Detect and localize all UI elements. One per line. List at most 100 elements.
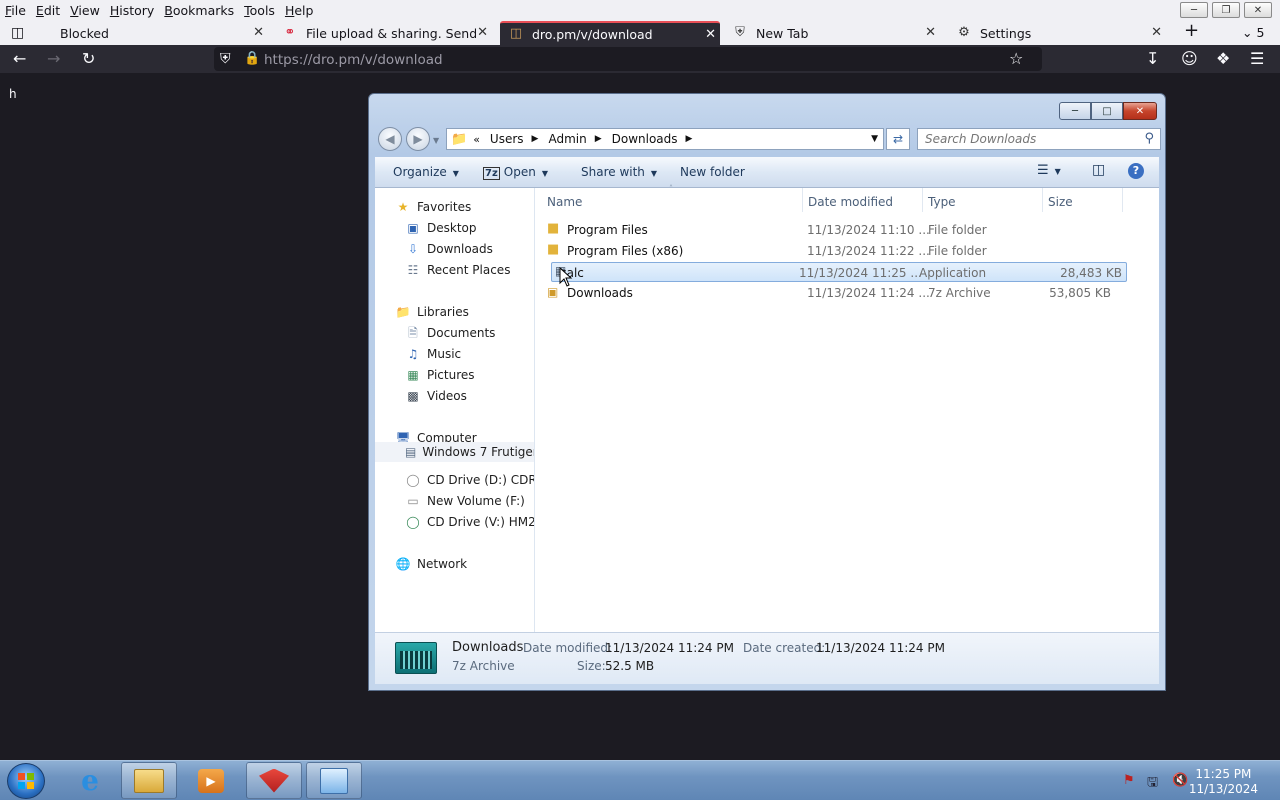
column-divider[interactable] bbox=[1042, 188, 1043, 212]
taskbar-control-panel[interactable] bbox=[306, 762, 362, 799]
nav-pictures[interactable]: ▦ Pictures bbox=[405, 368, 474, 382]
tab-close-icon[interactable]: ✕ bbox=[253, 25, 264, 40]
explorer-close-button[interactable]: ✕ bbox=[1123, 102, 1157, 120]
breadcrumb-downloads[interactable]: Downloads bbox=[612, 132, 678, 146]
column-divider[interactable] bbox=[1122, 188, 1123, 212]
nav-documents[interactable]: 🗎 Documents bbox=[405, 326, 495, 340]
nav-drive-d[interactable]: ◯CD Drive (D:) CDROM bbox=[405, 473, 534, 487]
forward-arrow-icon[interactable]: → bbox=[47, 50, 60, 68]
recent-pages-dropdown-icon[interactable]: ▼ bbox=[433, 136, 439, 145]
refresh-button[interactable]: ⇄ bbox=[886, 128, 910, 150]
url-text[interactable]: https://dro.pm/v/download bbox=[264, 52, 443, 68]
breadcrumb-users[interactable]: Users bbox=[490, 132, 524, 146]
change-view-button[interactable]: ☰ ▼ bbox=[1037, 163, 1061, 178]
url-bar[interactable]: ⛨ 🔒 https://dro.pm/v/download ☆ bbox=[214, 47, 1042, 71]
nav-desktop[interactable]: ▣ Desktop bbox=[405, 221, 476, 235]
nav-downloads[interactable]: ⇩ Downloads bbox=[405, 242, 493, 256]
extensions-icon[interactable]: ❖ bbox=[1216, 50, 1230, 68]
breadcrumb-arrow-icon[interactable]: ▶ bbox=[686, 134, 693, 144]
shield-icon[interactable]: ⛨ bbox=[220, 50, 231, 68]
search-box[interactable]: ⚲ bbox=[917, 128, 1161, 150]
reload-icon[interactable]: ↻ bbox=[82, 50, 95, 68]
explorer-maximize-button[interactable]: □ bbox=[1091, 102, 1123, 120]
address-bar[interactable]: 📁 « Users ▶ Admin ▶ Downloads ▶ ▼ bbox=[446, 128, 884, 150]
search-input[interactable] bbox=[918, 129, 1128, 149]
tab-new-tab[interactable]: ⛨ New Tab ✕ bbox=[728, 21, 940, 45]
file-row[interactable]: ■ Program Files 11/13/2024 11:10 ... Fil… bbox=[543, 220, 1119, 240]
preview-pane-button[interactable]: ◫ bbox=[1092, 162, 1105, 178]
breadcrumb-arrow-icon[interactable]: ▶ bbox=[595, 134, 602, 144]
tab-close-icon[interactable]: ✕ bbox=[925, 25, 936, 40]
menu-history[interactable]: History bbox=[105, 3, 159, 18]
downloads-icon[interactable]: ↧ bbox=[1146, 50, 1159, 68]
search-icon[interactable]: ⚲ bbox=[1144, 131, 1154, 146]
chevron-down-icon: ⌄ bbox=[1242, 25, 1253, 40]
nav-favorites[interactable]: ★ Favorites bbox=[395, 200, 472, 214]
archive-large-icon bbox=[395, 642, 437, 674]
back-arrow-icon[interactable]: ← bbox=[13, 50, 26, 68]
column-header-name[interactable]: Name bbox=[547, 195, 582, 209]
list-all-tabs-button[interactable]: ⌄ 5 bbox=[1242, 24, 1264, 42]
nav-drive-c[interactable]: ▤ Windows 7 Frutiger bbox=[375, 442, 534, 462]
column-header-date[interactable]: Date modified bbox=[808, 195, 893, 209]
volume-muted-icon[interactable]: 🔇 bbox=[1172, 773, 1188, 788]
breadcrumb-arrow-icon[interactable]: ▶ bbox=[532, 134, 539, 144]
back-button[interactable]: ◀ bbox=[378, 127, 402, 151]
folder-icon: 📁 bbox=[451, 131, 468, 147]
organize-button[interactable]: Organize ▼ bbox=[393, 165, 459, 179]
menu-bookmarks[interactable]: Bookmarks bbox=[159, 3, 239, 18]
taskbar-internet-explorer[interactable]: e bbox=[62, 762, 118, 799]
tab-close-icon[interactable]: ✕ bbox=[1151, 25, 1162, 40]
nav-drive-f[interactable]: ▭ New Volume (F:) bbox=[405, 494, 524, 508]
nav-recent-places[interactable]: ☷ Recent Places bbox=[405, 263, 511, 277]
browser-close-button[interactable]: ✕ bbox=[1244, 2, 1272, 18]
column-header-size[interactable]: Size bbox=[1048, 195, 1073, 209]
tab-blocked[interactable]: Blocked ✕ bbox=[36, 21, 268, 45]
menu-view[interactable]: View bbox=[65, 3, 105, 18]
column-header-type[interactable]: Type bbox=[928, 195, 956, 209]
file-row-selected[interactable]: ▦ calc 11/13/2024 11:25 ... Application … bbox=[551, 262, 1127, 282]
lock-icon[interactable]: 🔒 bbox=[244, 50, 260, 68]
network-tray-icon[interactable]: 🖫 bbox=[1147, 773, 1158, 795]
clock[interactable]: 11:25 PM 11/13/2024 bbox=[1189, 767, 1258, 797]
firefox-view-icon[interactable]: ◫ bbox=[11, 24, 24, 42]
help-button[interactable]: ? bbox=[1128, 163, 1144, 179]
new-folder-button[interactable]: New folder bbox=[680, 165, 745, 179]
tab-close-icon[interactable]: ✕ bbox=[477, 25, 488, 40]
breadcrumb-admin[interactable]: Admin bbox=[548, 132, 586, 146]
nav-network[interactable]: 🌐 Network bbox=[395, 557, 468, 571]
nav-videos[interactable]: ▩ Videos bbox=[405, 389, 467, 403]
browser-restore-button[interactable]: ❐ bbox=[1212, 2, 1240, 18]
nav-drive-v[interactable]: ◯CD Drive (V:) HM2_C bbox=[405, 515, 534, 529]
tab-file-upload[interactable]: ⚭ File upload & sharing. Send larg ✕ bbox=[276, 21, 492, 45]
nav-libraries[interactable]: 📁 Libraries bbox=[395, 305, 469, 319]
file-row[interactable]: ▣ Downloads 11/13/2024 11:24 ... 7z Arch… bbox=[543, 283, 1119, 303]
menu-help[interactable]: Help bbox=[280, 3, 319, 18]
taskbar-explorer[interactable] bbox=[121, 762, 177, 799]
share-with-button[interactable]: Share with ▼ bbox=[581, 165, 657, 179]
taskbar-firefox[interactable] bbox=[246, 762, 302, 799]
open-button[interactable]: 7z Open ▼ bbox=[483, 165, 548, 180]
menu-tools[interactable]: Tools bbox=[239, 3, 280, 18]
tab-settings[interactable]: ⚙ Settings ✕ bbox=[952, 21, 1166, 45]
bookmark-star-icon[interactable]: ☆ bbox=[1009, 50, 1023, 68]
menu-file[interactable]: File bbox=[0, 3, 31, 18]
forward-button[interactable]: ▶ bbox=[406, 127, 430, 151]
menu-edit[interactable]: Edit bbox=[31, 3, 65, 18]
account-icon[interactable]: ☺ bbox=[1181, 50, 1198, 68]
browser-minimize-button[interactable]: ─ bbox=[1180, 2, 1208, 18]
new-tab-plus-icon[interactable]: + bbox=[1184, 22, 1199, 40]
nav-music[interactable]: ♫ Music bbox=[405, 347, 462, 361]
tab-dro-download[interactable]: ◫ dro.pm/v/download ✕ bbox=[500, 21, 720, 45]
explorer-minimize-button[interactable]: ─ bbox=[1059, 102, 1091, 120]
tab-close-icon[interactable]: ✕ bbox=[705, 27, 716, 42]
overflow-chevron-icon[interactable]: « bbox=[473, 133, 480, 146]
address-dropdown-icon[interactable]: ▼ bbox=[871, 134, 878, 144]
column-divider[interactable] bbox=[922, 188, 923, 212]
start-button[interactable] bbox=[7, 763, 45, 799]
column-divider[interactable] bbox=[802, 188, 803, 212]
action-center-icon[interactable]: ⚑ bbox=[1123, 773, 1135, 788]
taskbar-media-player[interactable]: ▶ bbox=[183, 762, 239, 799]
file-row[interactable]: ■ Program Files (x86) 11/13/2024 11:22 .… bbox=[543, 241, 1119, 261]
hamburger-menu-icon[interactable]: ☰ bbox=[1250, 50, 1264, 68]
